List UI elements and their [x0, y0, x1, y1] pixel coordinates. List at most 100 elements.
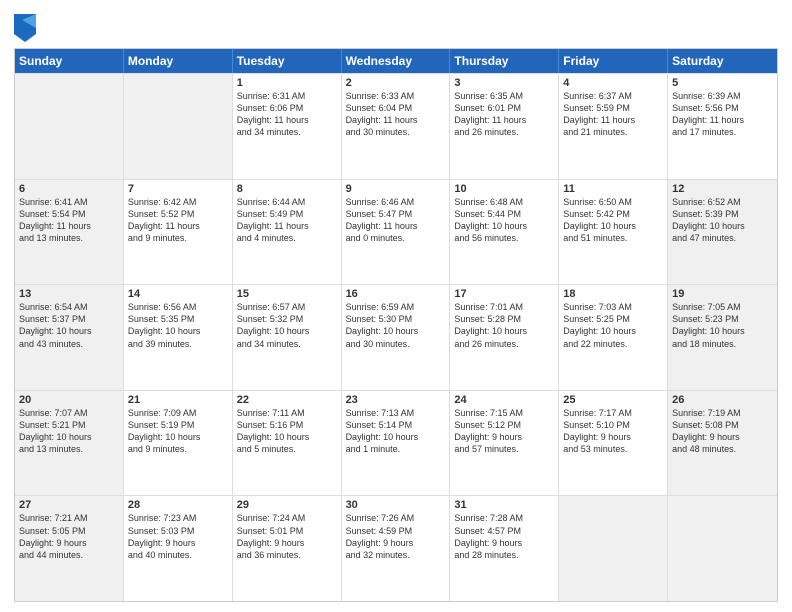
page: SundayMondayTuesdayWednesdayThursdayFrid… — [0, 0, 792, 612]
day-detail: Sunrise: 6:59 AM Sunset: 5:30 PM Dayligh… — [346, 301, 446, 350]
day-detail: Sunrise: 6:44 AM Sunset: 5:49 PM Dayligh… — [237, 196, 337, 245]
day-detail: Sunrise: 7:01 AM Sunset: 5:28 PM Dayligh… — [454, 301, 554, 350]
day-number: 12 — [672, 183, 773, 195]
calendar-cell — [15, 74, 124, 179]
day-detail: Sunrise: 6:39 AM Sunset: 5:56 PM Dayligh… — [672, 90, 773, 139]
day-detail: Sunrise: 7:05 AM Sunset: 5:23 PM Dayligh… — [672, 301, 773, 350]
day-detail: Sunrise: 6:52 AM Sunset: 5:39 PM Dayligh… — [672, 196, 773, 245]
calendar-cell: 20Sunrise: 7:07 AM Sunset: 5:21 PM Dayli… — [15, 391, 124, 496]
day-number: 19 — [672, 288, 773, 300]
calendar-cell: 19Sunrise: 7:05 AM Sunset: 5:23 PM Dayli… — [668, 285, 777, 390]
day-number: 25 — [563, 394, 663, 406]
day-number: 10 — [454, 183, 554, 195]
day-number: 26 — [672, 394, 773, 406]
day-detail: Sunrise: 6:57 AM Sunset: 5:32 PM Dayligh… — [237, 301, 337, 350]
calendar-cell: 28Sunrise: 7:23 AM Sunset: 5:03 PM Dayli… — [124, 496, 233, 601]
calendar-header-cell: Saturday — [668, 49, 777, 73]
calendar-cell: 29Sunrise: 7:24 AM Sunset: 5:01 PM Dayli… — [233, 496, 342, 601]
day-detail: Sunrise: 6:42 AM Sunset: 5:52 PM Dayligh… — [128, 196, 228, 245]
day-detail: Sunrise: 6:54 AM Sunset: 5:37 PM Dayligh… — [19, 301, 119, 350]
calendar-cell: 11Sunrise: 6:50 AM Sunset: 5:42 PM Dayli… — [559, 180, 668, 285]
day-number: 13 — [19, 288, 119, 300]
calendar-header-cell: Sunday — [15, 49, 124, 73]
calendar-cell: 17Sunrise: 7:01 AM Sunset: 5:28 PM Dayli… — [450, 285, 559, 390]
day-detail: Sunrise: 7:17 AM Sunset: 5:10 PM Dayligh… — [563, 407, 663, 456]
calendar-cell: 8Sunrise: 6:44 AM Sunset: 5:49 PM Daylig… — [233, 180, 342, 285]
calendar-cell: 31Sunrise: 7:28 AM Sunset: 4:57 PM Dayli… — [450, 496, 559, 601]
day-detail: Sunrise: 6:33 AM Sunset: 6:04 PM Dayligh… — [346, 90, 446, 139]
header — [14, 10, 778, 42]
calendar-cell: 4Sunrise: 6:37 AM Sunset: 5:59 PM Daylig… — [559, 74, 668, 179]
calendar-row: 1Sunrise: 6:31 AM Sunset: 6:06 PM Daylig… — [15, 73, 777, 179]
calendar-cell — [124, 74, 233, 179]
day-detail: Sunrise: 7:15 AM Sunset: 5:12 PM Dayligh… — [454, 407, 554, 456]
day-detail: Sunrise: 6:35 AM Sunset: 6:01 PM Dayligh… — [454, 90, 554, 139]
day-detail: Sunrise: 7:23 AM Sunset: 5:03 PM Dayligh… — [128, 512, 228, 561]
day-number: 14 — [128, 288, 228, 300]
day-number: 24 — [454, 394, 554, 406]
calendar-cell: 9Sunrise: 6:46 AM Sunset: 5:47 PM Daylig… — [342, 180, 451, 285]
day-detail: Sunrise: 7:28 AM Sunset: 4:57 PM Dayligh… — [454, 512, 554, 561]
calendar-cell: 30Sunrise: 7:26 AM Sunset: 4:59 PM Dayli… — [342, 496, 451, 601]
day-number: 17 — [454, 288, 554, 300]
day-number: 22 — [237, 394, 337, 406]
calendar-header-cell: Wednesday — [342, 49, 451, 73]
calendar-cell: 3Sunrise: 6:35 AM Sunset: 6:01 PM Daylig… — [450, 74, 559, 179]
calendar-cell: 27Sunrise: 7:21 AM Sunset: 5:05 PM Dayli… — [15, 496, 124, 601]
day-number: 8 — [237, 183, 337, 195]
day-number: 18 — [563, 288, 663, 300]
day-detail: Sunrise: 6:41 AM Sunset: 5:54 PM Dayligh… — [19, 196, 119, 245]
day-number: 9 — [346, 183, 446, 195]
day-detail: Sunrise: 7:26 AM Sunset: 4:59 PM Dayligh… — [346, 512, 446, 561]
day-number: 6 — [19, 183, 119, 195]
day-detail: Sunrise: 7:07 AM Sunset: 5:21 PM Dayligh… — [19, 407, 119, 456]
day-detail: Sunrise: 6:37 AM Sunset: 5:59 PM Dayligh… — [563, 90, 663, 139]
day-number: 27 — [19, 499, 119, 511]
day-number: 30 — [346, 499, 446, 511]
calendar-cell: 22Sunrise: 7:11 AM Sunset: 5:16 PM Dayli… — [233, 391, 342, 496]
day-detail: Sunrise: 7:13 AM Sunset: 5:14 PM Dayligh… — [346, 407, 446, 456]
calendar-cell: 10Sunrise: 6:48 AM Sunset: 5:44 PM Dayli… — [450, 180, 559, 285]
calendar-cell: 15Sunrise: 6:57 AM Sunset: 5:32 PM Dayli… — [233, 285, 342, 390]
calendar-header-cell: Friday — [559, 49, 668, 73]
calendar-cell: 23Sunrise: 7:13 AM Sunset: 5:14 PM Dayli… — [342, 391, 451, 496]
calendar-cell: 14Sunrise: 6:56 AM Sunset: 5:35 PM Dayli… — [124, 285, 233, 390]
calendar-cell: 24Sunrise: 7:15 AM Sunset: 5:12 PM Dayli… — [450, 391, 559, 496]
day-detail: Sunrise: 7:03 AM Sunset: 5:25 PM Dayligh… — [563, 301, 663, 350]
day-number: 1 — [237, 77, 337, 89]
day-detail: Sunrise: 7:09 AM Sunset: 5:19 PM Dayligh… — [128, 407, 228, 456]
calendar-row: 13Sunrise: 6:54 AM Sunset: 5:37 PM Dayli… — [15, 284, 777, 390]
calendar-cell: 5Sunrise: 6:39 AM Sunset: 5:56 PM Daylig… — [668, 74, 777, 179]
day-number: 3 — [454, 77, 554, 89]
calendar-cell: 7Sunrise: 6:42 AM Sunset: 5:52 PM Daylig… — [124, 180, 233, 285]
calendar-cell: 1Sunrise: 6:31 AM Sunset: 6:06 PM Daylig… — [233, 74, 342, 179]
day-number: 7 — [128, 183, 228, 195]
day-number: 20 — [19, 394, 119, 406]
day-detail: Sunrise: 6:48 AM Sunset: 5:44 PM Dayligh… — [454, 196, 554, 245]
day-detail: Sunrise: 7:19 AM Sunset: 5:08 PM Dayligh… — [672, 407, 773, 456]
day-detail: Sunrise: 6:56 AM Sunset: 5:35 PM Dayligh… — [128, 301, 228, 350]
calendar-header-cell: Thursday — [450, 49, 559, 73]
day-number: 23 — [346, 394, 446, 406]
calendar-row: 6Sunrise: 6:41 AM Sunset: 5:54 PM Daylig… — [15, 179, 777, 285]
calendar-cell: 18Sunrise: 7:03 AM Sunset: 5:25 PM Dayli… — [559, 285, 668, 390]
calendar-cell: 12Sunrise: 6:52 AM Sunset: 5:39 PM Dayli… — [668, 180, 777, 285]
day-detail: Sunrise: 7:21 AM Sunset: 5:05 PM Dayligh… — [19, 512, 119, 561]
calendar-row: 27Sunrise: 7:21 AM Sunset: 5:05 PM Dayli… — [15, 495, 777, 601]
day-number: 29 — [237, 499, 337, 511]
day-number: 16 — [346, 288, 446, 300]
day-number: 31 — [454, 499, 554, 511]
day-number: 21 — [128, 394, 228, 406]
calendar-header-cell: Tuesday — [233, 49, 342, 73]
day-detail: Sunrise: 7:11 AM Sunset: 5:16 PM Dayligh… — [237, 407, 337, 456]
day-detail: Sunrise: 6:50 AM Sunset: 5:42 PM Dayligh… — [563, 196, 663, 245]
calendar-header-row: SundayMondayTuesdayWednesdayThursdayFrid… — [15, 49, 777, 73]
calendar-cell: 21Sunrise: 7:09 AM Sunset: 5:19 PM Dayli… — [124, 391, 233, 496]
calendar-header-cell: Monday — [124, 49, 233, 73]
calendar-cell: 13Sunrise: 6:54 AM Sunset: 5:37 PM Dayli… — [15, 285, 124, 390]
calendar-cell: 16Sunrise: 6:59 AM Sunset: 5:30 PM Dayli… — [342, 285, 451, 390]
day-number: 5 — [672, 77, 773, 89]
calendar-cell: 26Sunrise: 7:19 AM Sunset: 5:08 PM Dayli… — [668, 391, 777, 496]
day-detail: Sunrise: 6:46 AM Sunset: 5:47 PM Dayligh… — [346, 196, 446, 245]
calendar-body: 1Sunrise: 6:31 AM Sunset: 6:06 PM Daylig… — [15, 73, 777, 601]
